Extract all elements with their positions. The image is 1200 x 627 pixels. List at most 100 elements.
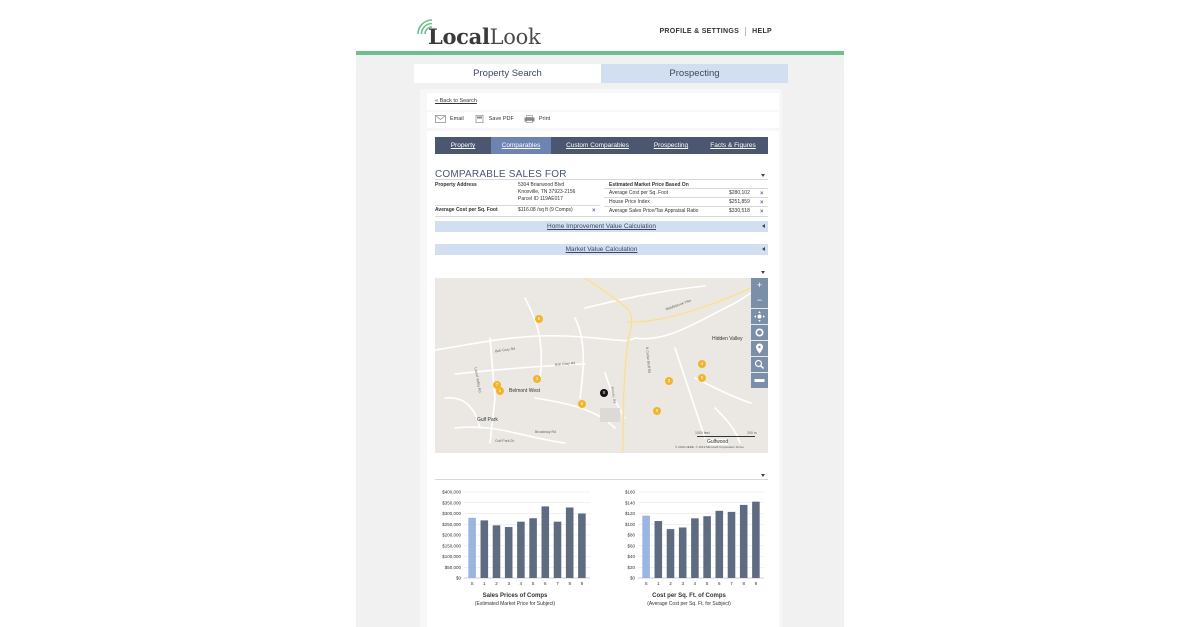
comp-bar[interactable] — [752, 501, 760, 578]
street-label: Gulf Park Dr — [495, 439, 515, 443]
action-toolbar: Email Save PDF Print — [435, 115, 550, 123]
comp-bar[interactable] — [492, 525, 501, 578]
map-rotate-control[interactable] — [751, 309, 768, 324]
comp-bar[interactable] — [703, 516, 711, 578]
comp-bar[interactable] — [691, 518, 699, 578]
y-tick-label: $100,000 — [442, 554, 461, 559]
comp-bar[interactable] — [480, 520, 489, 578]
subnav-custom-comparables[interactable]: Custom Comparables — [551, 137, 644, 154]
subnav-property[interactable]: Property — [435, 137, 491, 154]
expand-arrow-icon — [762, 247, 765, 251]
back-strip — [427, 93, 779, 110]
email-icon — [435, 115, 446, 123]
home-improvement-toggle[interactable]: Home Improvement Value Calculation — [435, 221, 768, 232]
remove-icon[interactable]: × — [592, 208, 596, 214]
collapse-caret-icon[interactable] — [761, 174, 765, 177]
help-link[interactable]: HELP — [752, 28, 772, 35]
comp-pin[interactable]: 4 — [698, 360, 706, 368]
comp-bar[interactable] — [666, 529, 675, 578]
map-attribution: © 2019 HERE, © 2019 Microsoft Corporatio… — [675, 445, 744, 449]
collapse-caret-icon[interactable] — [761, 474, 765, 477]
comp-bar[interactable] — [504, 527, 513, 578]
section-divider — [435, 179, 768, 180]
cost-per-sqft-chart: $0 $20 $40 $60 $80 $100 $120 $140 $160 S 1 2 3 4 5 6 7 8 9 — [625, 490, 764, 586]
comp-bar[interactable] — [578, 513, 586, 579]
print-icon — [524, 115, 535, 123]
comp-bar[interactable] — [529, 518, 537, 578]
x-tick-label: 5 — [706, 581, 709, 586]
zoom-out-button[interactable]: − — [751, 293, 768, 308]
subnav-prospecting[interactable]: Prospecting — [644, 137, 698, 154]
comp-bar[interactable] — [654, 521, 663, 578]
estimate-value-1: $280,102 — [729, 190, 750, 196]
subnav-comparables[interactable]: Comparables — [491, 137, 551, 154]
comp-pin[interactable]: 6 — [698, 374, 706, 382]
comp-bar[interactable] — [739, 504, 748, 578]
y-tick-label: $160 — [625, 490, 636, 495]
y-tick-label: $50,000 — [445, 565, 462, 570]
collapse-caret-icon[interactable] — [761, 271, 765, 274]
save-pdf-button[interactable]: Save PDF — [474, 115, 514, 123]
zoom-in-button[interactable]: + — [751, 278, 768, 293]
avg-cost-label: Average Cost per Sq. Foot — [435, 207, 498, 213]
profile-settings-link[interactable]: PROFILE & SETTINGS — [659, 28, 739, 35]
comparables-map[interactable]: Hidden Valley Belmont West Gulf Park Gul… — [435, 278, 768, 453]
scale-label-feet: 1000 feet — [695, 431, 710, 435]
expand-arrow-icon — [762, 224, 765, 228]
site-header: LocalLook PROFILE & SETTINGS HELP — [356, 0, 844, 52]
address-line-1: 5304 Briarwood Blvd — [518, 182, 565, 188]
x-tick-label: 1 — [483, 581, 486, 586]
print-label: Print — [538, 116, 551, 122]
comp-pin[interactable]: 9 — [653, 407, 661, 415]
subnav-facts-figures[interactable]: Facts & Figures — [698, 137, 768, 154]
y-tick-label: $100 — [625, 522, 636, 527]
chart-title-sales-prices: Sales Prices of Comps — [482, 593, 548, 599]
y-tick-label: $150,000 — [442, 543, 461, 548]
map-roads — [435, 278, 752, 453]
measure-button[interactable] — [751, 373, 768, 388]
subject-bar[interactable] — [642, 515, 650, 578]
comp-bar[interactable] — [517, 521, 525, 578]
y-tick-label: $350,000 — [442, 500, 461, 505]
row-divider — [435, 205, 600, 206]
subject-bar[interactable] — [468, 517, 476, 578]
comp-pin[interactable]: 1 — [496, 387, 504, 395]
report-subnav: Property Comparables Custom Comparables … — [435, 137, 768, 154]
market-value-label: Market Value Calculation — [565, 246, 638, 253]
map-search-button[interactable] — [751, 357, 768, 372]
market-value-toggle[interactable]: Market Value Calculation — [435, 244, 768, 255]
x-tick-label: 1 — [657, 581, 660, 586]
tab-prospecting[interactable]: Prospecting — [601, 64, 788, 83]
comp-bar[interactable] — [553, 521, 562, 578]
subject-pin[interactable]: S — [600, 389, 608, 397]
comp-bar[interactable] — [541, 506, 550, 578]
comp-bar[interactable] — [715, 510, 724, 578]
comp-bar[interactable] — [727, 511, 736, 578]
back-to-search-link[interactable]: « Back to Search — [435, 98, 477, 104]
pdf-icon — [475, 115, 484, 123]
scale-label-meters: 200 m — [747, 431, 757, 435]
remove-icon[interactable]: × — [760, 209, 764, 215]
comp-pin[interactable]: 5 — [578, 400, 586, 408]
comp-pin[interactable]: 3 — [533, 375, 541, 383]
x-tick-label: S — [471, 581, 474, 586]
locate-button[interactable] — [751, 341, 768, 356]
estimate-label-2: House Price Index — [609, 199, 650, 205]
tab-property-search[interactable]: Property Search — [414, 64, 601, 83]
row-divider — [604, 206, 768, 207]
comp-bar[interactable] — [678, 527, 687, 578]
comp-pin[interactable]: 2 — [665, 377, 673, 385]
comp-bar[interactable] — [565, 507, 574, 578]
main-tabs: Property Search Prospecting — [414, 64, 788, 83]
print-button[interactable]: Print — [524, 115, 550, 123]
street-label: Broadway Rd — [535, 430, 557, 434]
map-style-button[interactable] — [751, 325, 768, 340]
chart-subtitle-sales-prices: (Estimated Market Price for Subject) — [474, 601, 556, 607]
row-divider — [604, 188, 768, 189]
x-tick-label: 4 — [694, 581, 697, 586]
y-tick-label: $300,000 — [442, 511, 461, 516]
estimate-value-2: $251,859 — [729, 199, 750, 205]
email-button[interactable]: Email — [435, 115, 464, 123]
y-tick-label: $200,000 — [442, 533, 461, 538]
comp-pin[interactable]: 8 — [535, 315, 543, 323]
